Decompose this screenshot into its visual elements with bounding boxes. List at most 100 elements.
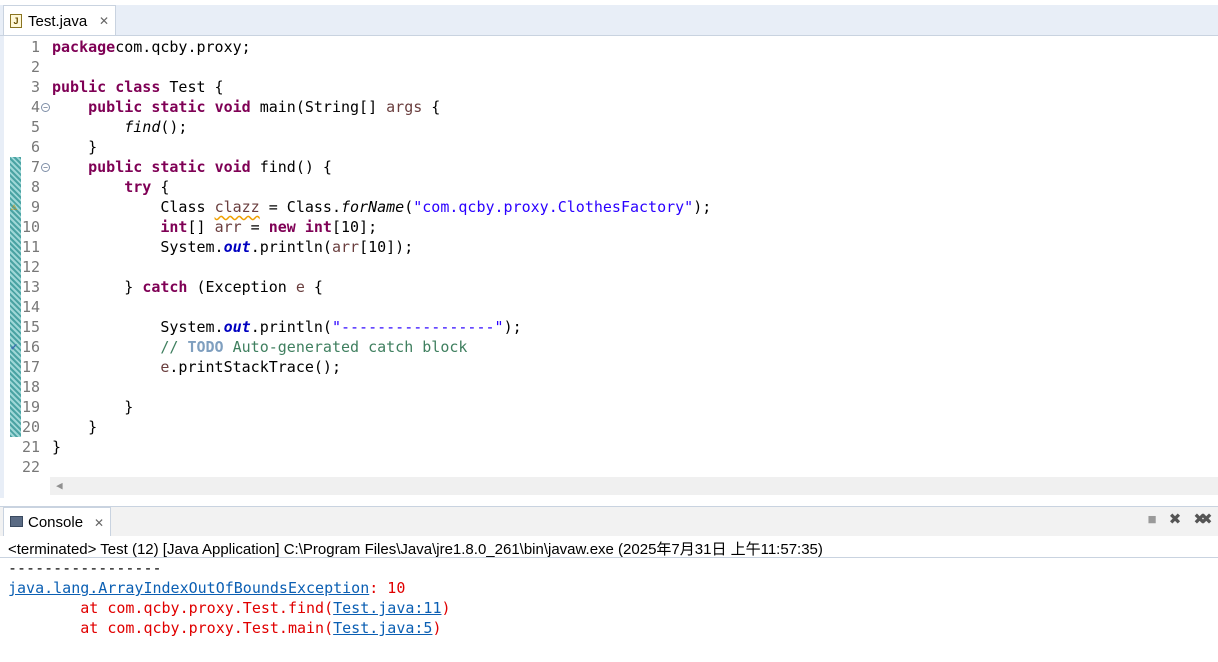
console-exception-line: java.lang.ArrayIndexOutOfBoundsException… xyxy=(8,578,405,598)
line-number: 19 xyxy=(22,398,41,416)
code-line[interactable]: 12 xyxy=(4,257,1214,277)
code-token: } xyxy=(52,398,134,416)
code-token: package xyxy=(52,38,116,56)
line-number: 7 xyxy=(30,158,40,176)
code-text: packagecom.qcby.proxy; xyxy=(52,37,251,57)
code-token: ); xyxy=(693,198,712,216)
horizontal-scrollbar[interactable]: ◀ xyxy=(50,477,1218,495)
code-line[interactable]: 15 System.out.println("-----------------… xyxy=(4,317,1214,337)
remove-all-terminated-icon[interactable]: ✖✖ xyxy=(1186,511,1214,529)
code-text: public static void find() { xyxy=(52,157,332,177)
code-token: System. xyxy=(52,318,224,336)
code-token: public xyxy=(52,78,107,96)
line-number: 8 xyxy=(30,178,40,196)
code-token: forName xyxy=(341,198,405,216)
trace-link[interactable]: Test.java:5 xyxy=(333,619,432,637)
code-line[interactable]: 21} xyxy=(4,437,1214,457)
line-number: 2 xyxy=(30,58,40,76)
code-line[interactable]: 16 // TODO Auto-generated catch block xyxy=(4,337,1214,357)
task-icon[interactable]: ✔ xyxy=(7,340,21,354)
code-line[interactable]: 6 } xyxy=(4,137,1214,157)
code-token: { xyxy=(422,98,441,116)
code-line[interactable]: 14 xyxy=(4,297,1214,317)
code-text: int[] arr = new int[10]; xyxy=(52,217,377,237)
terminate-icon[interactable]: ■ xyxy=(1143,511,1161,529)
code-line[interactable]: 13 } catch (Exception e { xyxy=(4,277,1214,297)
code-line[interactable]: 7− public static void find() { xyxy=(4,157,1214,177)
code-text: // TODO Auto-generated catch block xyxy=(52,337,467,357)
trace-text: at com.qcby.proxy.Test.main( xyxy=(8,619,334,637)
code-token: Test { xyxy=(160,78,224,96)
code-line[interactable]: 18 xyxy=(4,377,1214,397)
code-line[interactable]: 2 xyxy=(4,57,1214,77)
code-token: } xyxy=(52,418,98,436)
line-number: 15 xyxy=(22,318,41,336)
code-editor[interactable]: 1 packagecom.qcby.proxy; 2 3 public class Te… xyxy=(0,36,1218,498)
code-token: catch xyxy=(142,278,188,296)
line-number: 17 xyxy=(22,358,41,376)
tab-label: Console xyxy=(28,514,84,531)
line-number: 18 xyxy=(22,378,41,396)
code-token: find() { xyxy=(250,158,332,176)
code-line[interactable]: 10 int[] arr = new int[10]; xyxy=(4,217,1214,237)
code-line[interactable]: 19 } xyxy=(4,397,1214,417)
code-line[interactable]: 20 } xyxy=(4,417,1214,437)
code-text: } xyxy=(52,137,97,157)
warning-icon[interactable]: ⚠ xyxy=(7,200,21,214)
remove-launch-icon[interactable]: ✖ xyxy=(1166,511,1184,529)
code-token: class xyxy=(115,78,161,96)
code-text: } xyxy=(52,437,61,457)
code-text: public class Test { xyxy=(52,77,224,97)
code-text: } xyxy=(52,417,97,437)
code-line[interactable]: 22 xyxy=(4,457,1214,477)
code-line[interactable]: 1 packagecom.qcby.proxy; xyxy=(4,37,1214,57)
code-line[interactable]: 5 find(); xyxy=(4,117,1214,137)
collapse-icon[interactable]: − xyxy=(41,163,50,172)
code-text: Class clazz = Class.forName("com.qcby.pr… xyxy=(52,197,711,217)
tab-console[interactable]: Console ✕ xyxy=(3,507,111,536)
code-token: Auto-generated catch block xyxy=(223,338,468,356)
code-token: "-----------------" xyxy=(331,318,504,336)
exception-class-link[interactable]: java.lang.ArrayIndexOutOfBoundsException xyxy=(8,579,369,597)
code-line[interactable]: 3 public class Test { xyxy=(4,77,1214,97)
code-token: "com.qcby.proxy.ClothesFactory" xyxy=(413,198,694,216)
code-line[interactable]: 4− public static void main(String[] args… xyxy=(4,97,1214,117)
trace-text: ) xyxy=(441,599,451,617)
code-line[interactable]: 8 try { xyxy=(4,177,1214,197)
code-token: (); xyxy=(160,118,188,136)
code-line[interactable]: 11 System.out.println(arr[10]); xyxy=(4,237,1214,257)
code-token: { xyxy=(151,178,170,196)
divider xyxy=(0,557,1218,558)
trace-link[interactable]: Test.java:11 xyxy=(333,599,441,617)
code-text: System.out.println("-----------------"); xyxy=(52,317,521,337)
scroll-left-icon[interactable]: ◀ xyxy=(56,479,63,492)
code-token: com.qcby.proxy; xyxy=(115,38,251,56)
line-number: 9 xyxy=(30,198,40,216)
code-token: main(String[] xyxy=(250,98,387,116)
line-number: 3 xyxy=(30,78,40,96)
close-tab-icon[interactable]: ✕ xyxy=(99,14,109,28)
line-number: 4 xyxy=(30,98,40,116)
code-token: [] xyxy=(187,218,215,236)
close-console-icon[interactable]: ✕ xyxy=(94,516,104,530)
code-token: System. xyxy=(52,238,224,256)
code-token: out xyxy=(223,238,251,256)
line-number: 22 xyxy=(22,458,41,476)
collapse-icon[interactable]: − xyxy=(41,103,50,112)
tab-test-java[interactable]: J Test.java ✕ xyxy=(3,5,116,35)
code-token: int xyxy=(160,218,188,236)
code-token: e xyxy=(295,278,305,296)
line-number: 10 xyxy=(22,218,41,236)
code-line[interactable]: 17 e.printStackTrace(); xyxy=(4,357,1214,377)
line-number: 1 xyxy=(30,38,40,56)
code-token: .printStackTrace(); xyxy=(169,358,341,376)
code-line[interactable]: 9 Class clazz = Class.forName("com.qcby.… xyxy=(4,197,1214,217)
